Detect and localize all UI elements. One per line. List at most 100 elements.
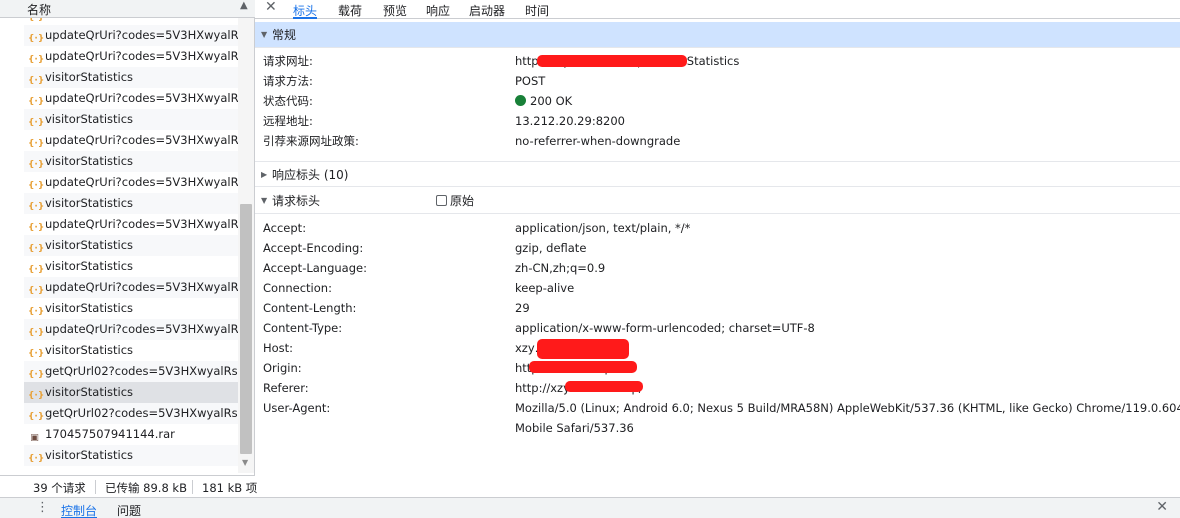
sort-ascending-icon[interactable]: ▲ <box>240 0 248 11</box>
request-headers-section-header[interactable]: ▼ 请求标头 原始 <box>255 188 1180 214</box>
header-row: Accept-Language: zh-CN,zh;q=0.9 <box>255 258 1180 278</box>
close-icon[interactable]: ✕ <box>265 0 277 15</box>
raw-headers-toggle[interactable]: 原始 <box>436 188 474 214</box>
tab-headers[interactable]: 标头 <box>293 2 318 19</box>
request-name: visitorStatistics <box>45 70 134 84</box>
request-headers-title: 请求标头 <box>272 194 321 208</box>
request-list-scrollbar[interactable]: ▼ <box>238 18 254 473</box>
header-key: Connection: <box>263 281 332 295</box>
request-row[interactable]: {·}getQrUrl02?codes=5V3HXwyalRs... <box>24 403 238 424</box>
request-row[interactable]: {·}updateQrUri?codes=5V3HXwyalR... <box>24 88 238 109</box>
request-name: visitorStatistics <box>45 18 133 21</box>
header-value: 29 <box>515 301 530 315</box>
request-row[interactable]: {·}visitorStatistics <box>24 151 238 172</box>
xhr-icon: {·} <box>28 391 45 401</box>
request-name: updateQrUri?codes=5V3HXwyalR... <box>45 217 238 231</box>
request-name: updateQrUri?codes=5V3HXwyalR... <box>45 49 238 63</box>
xhr-icon: {·} <box>28 328 45 338</box>
request-row[interactable]: {·}visitorStatistics <box>24 298 238 319</box>
expand-triangle-icon[interactable]: ▼ <box>261 188 267 214</box>
header-key: User-Agent: <box>263 401 331 415</box>
header-row: Host:xzy……:8200 <box>255 338 1180 358</box>
general-section-header[interactable]: ▼ 常规 <box>255 22 1180 48</box>
request-name: updateQrUri?codes=5V3HXwyalR... <box>45 322 238 336</box>
scrollbar-thumb[interactable] <box>240 204 252 454</box>
header-value: 200 OK <box>515 91 572 111</box>
request-row[interactable]: {·}updateQrUri?codes=5V3HXwyalR... <box>24 214 238 235</box>
file-icon: ▣ <box>30 433 39 443</box>
xhr-icon: {·} <box>28 139 45 149</box>
request-row[interactable]: {·}visitorStatistics <box>24 235 238 256</box>
xhr-icon: {·} <box>28 181 45 191</box>
xhr-icon: {·} <box>28 223 45 233</box>
header-row: 状态代码: 200 OK <box>255 91 1180 111</box>
request-row[interactable]: {·}updateQrUri?codes=5V3HXwyalR... <box>24 172 238 193</box>
request-row[interactable]: ▣ 170457507941144.rar <box>24 424 238 445</box>
request-row[interactable]: {·}visitorStatistics <box>24 445 238 466</box>
request-name: visitorStatistics <box>45 112 134 126</box>
request-row[interactable]: {·}visitorStatistics <box>24 18 238 25</box>
xhr-icon: {·} <box>28 76 45 86</box>
xhr-icon: {·} <box>28 265 45 275</box>
request-row[interactable]: {·}visitorStatistics <box>24 193 238 214</box>
header-row: Referer:http://xzy……72.shop/ <box>255 378 1180 398</box>
request-name: visitorStatistics <box>45 196 134 210</box>
request-row[interactable]: {·}updateQrUri?codes=5V3HXwyalR... <box>24 319 238 340</box>
tab-response[interactable]: 响应 <box>426 2 450 19</box>
tab-issues[interactable]: 问题 <box>117 502 141 518</box>
response-headers-section-header[interactable]: ▶ 响应标头 (10) <box>255 161 1180 187</box>
tab-console[interactable]: 控制台 <box>61 502 98 518</box>
header-row: 远程地址: 13.212.20.29:8200 <box>255 111 1180 131</box>
more-options-icon[interactable]: ⋮ <box>36 500 49 515</box>
header-key: Accept-Language: <box>263 261 367 275</box>
request-row[interactable]: {·}visitorStatistics <box>24 67 238 88</box>
scroll-down-arrow-icon[interactable]: ▼ <box>242 458 248 467</box>
xhr-icon: {·} <box>28 244 45 254</box>
status-code-text: 200 OK <box>530 94 573 108</box>
name-column-header[interactable]: 名称 <box>27 1 51 18</box>
close-drawer-icon[interactable]: ✕ <box>1156 499 1168 515</box>
request-row[interactable]: {·}getQrUrl02?codes=5V3HXwyalRs... <box>24 361 238 382</box>
header-key: Origin: <box>263 361 302 375</box>
request-row[interactable]: {·}visitorStatistics <box>24 256 238 277</box>
request-row[interactable]: {·}updateQrUri?codes=5V3HXwyalR... <box>24 277 238 298</box>
collapsed-triangle-icon[interactable]: ▶ <box>261 162 267 188</box>
divider <box>192 480 193 494</box>
xhr-icon: {·} <box>28 118 45 128</box>
header-value: no-referrer-when-downgrade <box>515 134 681 148</box>
request-name: updateQrUri?codes=5V3HXwyalR... <box>45 175 238 189</box>
tab-payload[interactable]: 载荷 <box>338 2 362 19</box>
request-row[interactable]: {·}updateQrUri?codes=5V3HXwyalR... <box>24 46 238 67</box>
request-name: visitorStatistics <box>45 301 134 315</box>
request-name: updateQrUri?codes=5V3HXwyalR... <box>45 133 238 147</box>
request-name: getQrUrl02?codes=5V3HXwyalRs... <box>45 364 238 378</box>
redaction-mark <box>565 381 643 392</box>
header-key: Accept-Encoding: <box>263 241 364 255</box>
header-row: User-Agent: Mozilla/5.0 (Linux; Android 6… <box>255 398 1180 418</box>
request-name: 170457507941144.rar <box>45 427 175 441</box>
request-row[interactable]: {·}updateQrUri?codes=5V3HXwyalR... <box>24 25 238 46</box>
request-row[interactable]: {·}updateQrUri?codes=5V3HXwyalR... <box>24 130 238 151</box>
header-row: Accept: application/json, text/plain, */* <box>255 218 1180 238</box>
header-value: application/x-www-form-urlencoded; chars… <box>515 321 815 335</box>
tab-timing[interactable]: 时间 <box>525 2 549 19</box>
raw-checkbox[interactable] <box>436 195 447 206</box>
request-row[interactable]: {·}visitorStatistics <box>24 109 238 130</box>
resources-size: 181 kB 项 <box>202 481 258 495</box>
request-row[interactable]: {·}visitorStatistics <box>24 382 238 403</box>
xhr-icon: {·} <box>28 160 45 170</box>
header-value: zh-CN,zh;q=0.9 <box>515 261 606 275</box>
tab-initiator[interactable]: 启动器 <box>469 2 505 19</box>
xhr-icon: {·} <box>28 97 45 107</box>
request-name: visitorStatistics <box>45 448 134 462</box>
user-agent-value-cont: Mobile Safari/537.36 <box>515 421 634 435</box>
expand-triangle-icon[interactable]: ▼ <box>261 22 267 48</box>
header-row: Origin:http://……2.shop <box>255 358 1180 378</box>
request-row[interactable]: {·}visitorStatistics <box>24 340 238 361</box>
network-status-bar: 39 个请求 已传输 89.8 kB 181 kB 项 <box>0 475 258 497</box>
general-section-title: 常规 <box>272 28 297 42</box>
request-list-header[interactable]: 名称 ▲ <box>0 0 255 18</box>
header-value: gzip, deflate <box>515 241 587 255</box>
tab-preview[interactable]: 预览 <box>383 2 407 19</box>
header-value: POST <box>515 74 546 88</box>
